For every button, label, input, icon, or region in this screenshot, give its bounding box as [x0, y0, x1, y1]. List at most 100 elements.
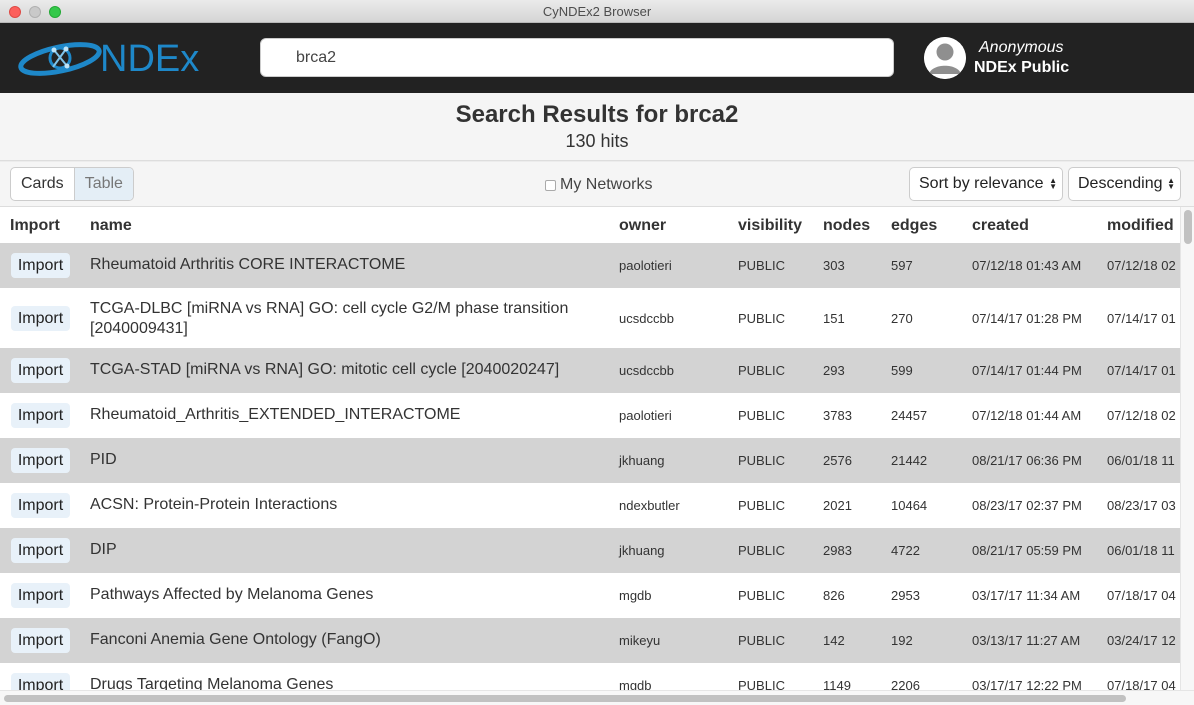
- network-nodes: 142: [823, 633, 845, 648]
- network-name: Pathways Affected by Melanoma Genes: [90, 586, 374, 603]
- results-header: Search Results for brca2 130 hits: [0, 93, 1194, 161]
- user-server: NDEx Public: [974, 59, 1070, 76]
- network-visibility: PUBLIC: [738, 498, 785, 513]
- network-modified: 07/12/18 02: [1107, 258, 1176, 273]
- network-nodes: 826: [823, 588, 845, 603]
- network-created: 07/14/17 01:44 PM: [972, 363, 1082, 378]
- results-title: Search Results for brca2: [455, 101, 739, 128]
- import-button[interactable]: Import: [11, 253, 70, 278]
- table-row[interactable]: Import Rheumatoid_Arthritis_EXTENDED_INT…: [0, 393, 1180, 438]
- network-owner: mgdb: [619, 678, 652, 690]
- column-header-edges[interactable]: edges: [891, 217, 937, 235]
- window-maximize-button[interactable]: [49, 6, 61, 18]
- search-box[interactable]: [260, 38, 894, 77]
- network-name: Fanconi Anemia Gene Ontology (FangO): [90, 631, 381, 648]
- table-row[interactable]: Import TCGA-STAD [miRNA vs RNA] GO: mito…: [0, 348, 1180, 393]
- network-edges: 192: [891, 633, 913, 648]
- table-row[interactable]: Import DIP jkhuang PUBLIC 2983 4722 08/2…: [0, 528, 1180, 573]
- network-modified: 06/01/18 11: [1107, 453, 1175, 468]
- horizontal-scrollbar-thumb[interactable]: [4, 695, 1126, 702]
- network-owner: jkhuang: [619, 453, 665, 468]
- column-header-created[interactable]: created: [972, 217, 1029, 235]
- network-nodes: 2983: [823, 543, 852, 558]
- table-row[interactable]: Import PID jkhuang PUBLIC 2576 21442 08/…: [0, 438, 1180, 483]
- network-visibility: PUBLIC: [738, 633, 785, 648]
- vertical-scrollbar[interactable]: [1180, 207, 1194, 690]
- column-header-nodes[interactable]: nodes: [823, 217, 870, 235]
- network-nodes: 303: [823, 258, 845, 273]
- network-created: 03/17/17 11:34 AM: [972, 588, 1081, 603]
- network-nodes: 3783: [823, 408, 852, 423]
- window-close-button[interactable]: [9, 6, 21, 18]
- network-modified: 07/14/17 01: [1107, 311, 1176, 326]
- table-row[interactable]: Import Pathways Affected by Melanoma Gen…: [0, 573, 1180, 618]
- network-owner: mikeyu: [619, 633, 661, 648]
- import-button[interactable]: Import: [11, 628, 70, 653]
- column-header-visibility[interactable]: visibility: [738, 217, 802, 235]
- network-created: 07/12/18 01:43 AM: [972, 258, 1082, 273]
- table-row[interactable]: Import Rheumatoid Arthritis CORE INTERAC…: [0, 243, 1180, 288]
- search-input[interactable]: [261, 39, 893, 76]
- network-modified: 07/12/18 02: [1107, 408, 1176, 423]
- ndex-logo[interactable]: NDEx: [18, 32, 233, 84]
- network-edges: 597: [891, 258, 913, 273]
- results-table: Import name owner visibility nodes edges…: [0, 207, 1180, 690]
- table-header: Import name owner visibility nodes edges…: [0, 207, 1180, 243]
- avatar[interactable]: [924, 37, 966, 79]
- view-toggle: Cards Table: [10, 167, 134, 201]
- network-name: Rheumatoid_Arthritis_EXTENDED_INTERACTOM…: [90, 406, 461, 423]
- import-button[interactable]: Import: [11, 673, 70, 690]
- view-cards-button[interactable]: Cards: [11, 168, 74, 200]
- column-header-import[interactable]: Import: [10, 217, 60, 235]
- network-nodes: 1149: [823, 678, 851, 690]
- window-minimize-button[interactable]: [29, 6, 41, 18]
- import-button[interactable]: Import: [11, 403, 70, 428]
- column-header-name[interactable]: name: [90, 217, 132, 235]
- network-name: Rheumatoid Arthritis CORE INTERACTOME: [90, 256, 406, 273]
- import-button[interactable]: Import: [11, 583, 70, 608]
- network-name: PID: [90, 451, 117, 468]
- network-name: TCGA-STAD [miRNA vs RNA] GO: mitotic cel…: [90, 361, 560, 378]
- network-visibility: PUBLIC: [738, 363, 785, 378]
- my-networks-checkbox[interactable]: [545, 179, 556, 191]
- network-modified: 08/23/17 03: [1107, 498, 1176, 513]
- table-row[interactable]: Import TCGA-DLBC [miRNA vs RNA] GO: cell…: [0, 288, 1180, 349]
- network-nodes: 2021: [823, 498, 852, 513]
- network-visibility: PUBLIC: [738, 258, 785, 273]
- column-header-modified[interactable]: modified: [1107, 217, 1174, 235]
- sort-select[interactable]: Sort by relevance ▲ ▼: [909, 167, 1063, 201]
- import-button[interactable]: Import: [11, 358, 70, 383]
- network-edges: 599: [891, 363, 913, 378]
- network-created: 08/23/17 02:37 PM: [972, 498, 1082, 513]
- network-created: 08/21/17 05:59 PM: [972, 543, 1082, 558]
- network-created: 07/14/17 01:28 PM: [972, 311, 1082, 326]
- table-row[interactable]: Import ACSN: Protein-Protein Interaction…: [0, 483, 1180, 528]
- vertical-scrollbar-thumb[interactable]: [1184, 210, 1192, 244]
- order-select[interactable]: Descending ▲ ▼: [1068, 167, 1181, 201]
- window-titlebar: CyNDEx2 Browser: [0, 0, 1194, 23]
- table-row[interactable]: Import Drugs Targeting Melanoma Genes mg…: [0, 663, 1180, 690]
- network-created: 03/13/17 11:27 AM: [972, 633, 1081, 648]
- column-header-owner[interactable]: owner: [619, 217, 666, 235]
- network-name: DIP: [90, 541, 117, 558]
- my-networks-filter[interactable]: My Networks: [545, 176, 652, 194]
- network-visibility: PUBLIC: [738, 678, 785, 690]
- network-modified: 07/18/17 04: [1107, 588, 1176, 603]
- network-edges: 21442: [891, 453, 928, 468]
- network-visibility: PUBLIC: [738, 588, 785, 603]
- network-edges: 270: [891, 311, 913, 326]
- network-modified: 03/24/17 12: [1107, 633, 1176, 648]
- horizontal-scrollbar[interactable]: [0, 690, 1194, 705]
- import-button[interactable]: Import: [11, 538, 70, 563]
- network-nodes: 151: [823, 311, 845, 326]
- import-button[interactable]: Import: [11, 306, 70, 331]
- network-edges: 24457: [891, 408, 928, 423]
- network-modified: 06/01/18 11: [1107, 543, 1175, 558]
- table-row[interactable]: Import Fanconi Anemia Gene Ontology (Fan…: [0, 618, 1180, 663]
- import-button[interactable]: Import: [11, 493, 70, 518]
- import-button[interactable]: Import: [11, 448, 70, 473]
- view-table-button[interactable]: Table: [73, 168, 133, 200]
- network-owner: paolotieri: [619, 408, 672, 423]
- network-name: Drugs Targeting Melanoma Genes: [90, 676, 334, 690]
- my-networks-label: My Networks: [560, 176, 653, 193]
